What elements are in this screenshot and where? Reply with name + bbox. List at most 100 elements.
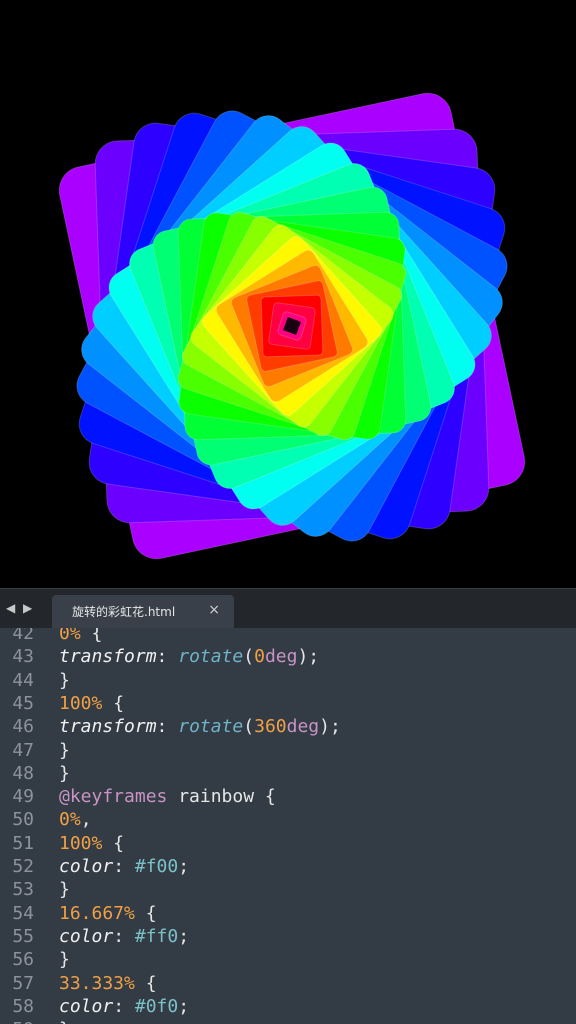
code-token: }: [59, 762, 70, 784]
code-token: deg: [286, 716, 320, 738]
code-token: );: [297, 646, 320, 668]
code-line: 43 transform: rotate(0deg);: [0, 645, 576, 668]
code-text: }: [59, 739, 70, 762]
line-number: 46: [12, 716, 34, 738]
code-text: }: [59, 878, 70, 901]
code-text: 16.667% {: [59, 902, 157, 925]
tab-nav: ◀ ▶: [6, 599, 40, 617]
left-arrow-icon[interactable]: ◀: [6, 599, 15, 617]
code-text: }: [59, 669, 70, 692]
code-token: ;: [178, 925, 190, 947]
code-line: 42 0% {: [0, 628, 576, 645]
code-token: ;: [178, 856, 190, 877]
code-token: #ff0: [134, 925, 179, 947]
code-token: :: [113, 856, 135, 877]
rainbow-flower-graphic: [58, 92, 526, 560]
line-number: 47: [12, 739, 34, 761]
line-number: 55: [12, 925, 34, 947]
code-token: #0f0: [134, 995, 179, 1017]
code-text: color: #ff0;: [59, 925, 189, 948]
tab-title: 旋转的彩虹花.html: [72, 605, 176, 619]
code-text: }: [59, 1018, 70, 1024]
code-token: ;: [178, 995, 190, 1017]
code-token: #f00: [134, 856, 179, 877]
code-token: transform: [59, 716, 157, 738]
line-number: 44: [12, 669, 34, 691]
code-editor[interactable]: 42 0% {43 transform: rotate(0deg); 44} 45 100…: [0, 628, 576, 1024]
code-token: color: [59, 925, 114, 947]
code-text: @keyframes rainbow {: [59, 785, 276, 808]
code-token: {: [80, 628, 103, 644]
code-text: color: #0f0;: [59, 995, 189, 1018]
code-line: 51 100% {: [0, 832, 576, 855]
code-text: }: [59, 762, 70, 785]
close-icon[interactable]: ×: [208, 602, 220, 618]
line-number: 50: [12, 809, 34, 831]
code-token: {: [102, 692, 125, 714]
code-token: 33.333%: [59, 972, 135, 994]
line-number: 53: [12, 879, 34, 901]
code-line: 49 @keyframes rainbow {: [0, 785, 576, 808]
code-text: }: [59, 948, 70, 971]
line-number: 58: [12, 995, 34, 1017]
line-number: 54: [12, 902, 34, 924]
code-token: 100%: [59, 832, 103, 854]
line-number: 56: [12, 949, 34, 971]
code-token: ,: [80, 809, 92, 831]
code-token: rotate: [178, 716, 244, 738]
code-line: 59}: [0, 1018, 576, 1024]
code-line: 45 100% {: [0, 692, 576, 715]
code-token: rainbow {: [167, 786, 276, 808]
code-token: }: [59, 739, 70, 761]
code-text: 0%,: [59, 808, 92, 831]
line-number: 52: [12, 856, 34, 877]
code-line: 58 color: #0f0;: [0, 995, 576, 1018]
code-line: 50 0%,: [0, 808, 576, 831]
code-text: transform: rotate(0deg);: [59, 645, 319, 668]
code-token: 100%: [59, 692, 103, 714]
code-token: color: [59, 856, 114, 877]
code-token: 0%: [59, 628, 81, 644]
code-token: {: [134, 902, 157, 924]
code-line: 53}: [0, 878, 576, 901]
code-token: {: [102, 832, 125, 854]
line-number: 43: [12, 646, 34, 668]
code-line: 52 color: #f00;: [0, 855, 576, 878]
code-text: color: #f00;: [59, 855, 189, 878]
line-number: 57: [12, 972, 34, 994]
code-token: :: [113, 925, 135, 947]
code-token: 16.667%: [59, 902, 135, 924]
code-line: 46 transform: rotate(360deg);: [0, 715, 576, 738]
tab-file[interactable]: 旋转的彩虹花.html ×: [52, 595, 234, 629]
tab-bar: ◀ ▶ 旋转的彩虹花.html ×: [0, 588, 576, 629]
code-text: 100% {: [59, 832, 124, 855]
code-line: 44}: [0, 669, 576, 692]
code-token: deg: [264, 646, 298, 668]
rainbow-preview: [0, 0, 576, 588]
code-token: 0%: [59, 809, 81, 831]
code-token: :: [113, 995, 135, 1017]
line-number: 42: [12, 628, 34, 644]
line-number: 51: [12, 832, 34, 854]
code-text: 33.333% {: [59, 972, 157, 995]
code-token: (: [243, 646, 255, 668]
code-token: (: [243, 716, 255, 738]
code-token: @keyframes: [59, 786, 168, 808]
code-text: 100% {: [59, 692, 124, 715]
right-arrow-icon[interactable]: ▶: [23, 599, 32, 617]
line-number: 59: [0, 1018, 34, 1024]
code-line: 55 color: #ff0;: [0, 925, 576, 948]
code-token: }: [59, 669, 70, 691]
code-token: 0: [254, 646, 265, 668]
code-token: }: [59, 1019, 70, 1024]
code-line: 57 33.333% {: [0, 972, 576, 995]
code-line: 54 16.667% {: [0, 902, 576, 925]
code-text: 0% {: [59, 628, 102, 645]
code-line: 48}: [0, 762, 576, 785]
code-token: :: [156, 646, 179, 668]
code-token: {: [134, 972, 157, 994]
code-token: :: [156, 716, 179, 738]
code-line: 56}: [0, 948, 576, 971]
code-token: color: [59, 995, 114, 1017]
code-token: rotate: [178, 646, 244, 668]
